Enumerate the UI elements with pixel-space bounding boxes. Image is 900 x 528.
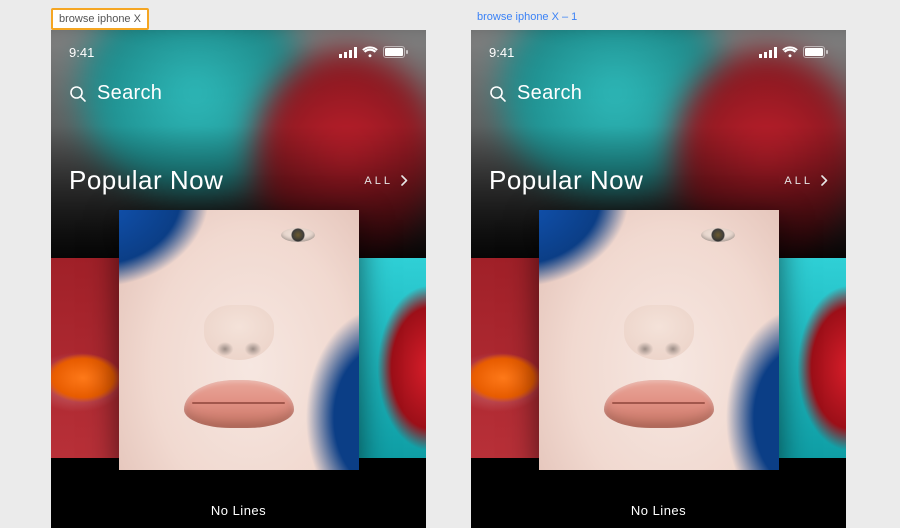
card-caption: No Lines xyxy=(471,503,846,518)
section-title: Popular Now xyxy=(69,165,223,196)
see-all-label: ALL xyxy=(784,175,813,187)
status-bar: 9:41 xyxy=(471,30,846,74)
carousel-card-current[interactable] xyxy=(539,210,779,470)
cellular-icon xyxy=(759,47,777,58)
search-icon xyxy=(69,85,87,103)
popular-carousel[interactable] xyxy=(471,210,846,510)
status-time: 9:41 xyxy=(489,45,514,60)
see-all-label: ALL xyxy=(364,175,393,187)
face-nose xyxy=(624,305,694,360)
artboard-browse[interactable]: 9:41 Search Popular Now ALL xyxy=(51,30,426,528)
carousel-card-current[interactable] xyxy=(119,210,359,470)
artboard-browse-copy[interactable]: 9:41 Search Popular Now ALL xyxy=(471,30,846,528)
search-placeholder: Search xyxy=(97,82,162,105)
search-icon xyxy=(489,85,507,103)
search-placeholder: Search xyxy=(517,82,582,105)
wifi-icon xyxy=(362,46,378,58)
face-nose xyxy=(204,305,274,360)
status-time: 9:41 xyxy=(69,45,94,60)
wifi-icon xyxy=(782,46,798,58)
face-lips xyxy=(184,380,294,428)
popular-carousel[interactable] xyxy=(51,210,426,510)
face-eye xyxy=(281,228,315,242)
battery-icon xyxy=(383,46,408,58)
face-lips xyxy=(604,380,714,428)
see-all-link[interactable]: ALL xyxy=(364,175,408,187)
see-all-link[interactable]: ALL xyxy=(784,175,828,187)
status-bar: 9:41 xyxy=(51,30,426,74)
artboard-label-selected[interactable]: browse iphone X xyxy=(51,8,149,30)
search-bar[interactable]: Search xyxy=(489,82,582,105)
card-caption: No Lines xyxy=(51,503,426,518)
section-title: Popular Now xyxy=(489,165,643,196)
artboard-label[interactable]: browse iphone X – 1 xyxy=(471,8,583,26)
battery-icon xyxy=(803,46,828,58)
chevron-right-icon xyxy=(821,175,828,186)
search-bar[interactable]: Search xyxy=(69,82,162,105)
cellular-icon xyxy=(339,47,357,58)
face-eye xyxy=(701,228,735,242)
chevron-right-icon xyxy=(401,175,408,186)
